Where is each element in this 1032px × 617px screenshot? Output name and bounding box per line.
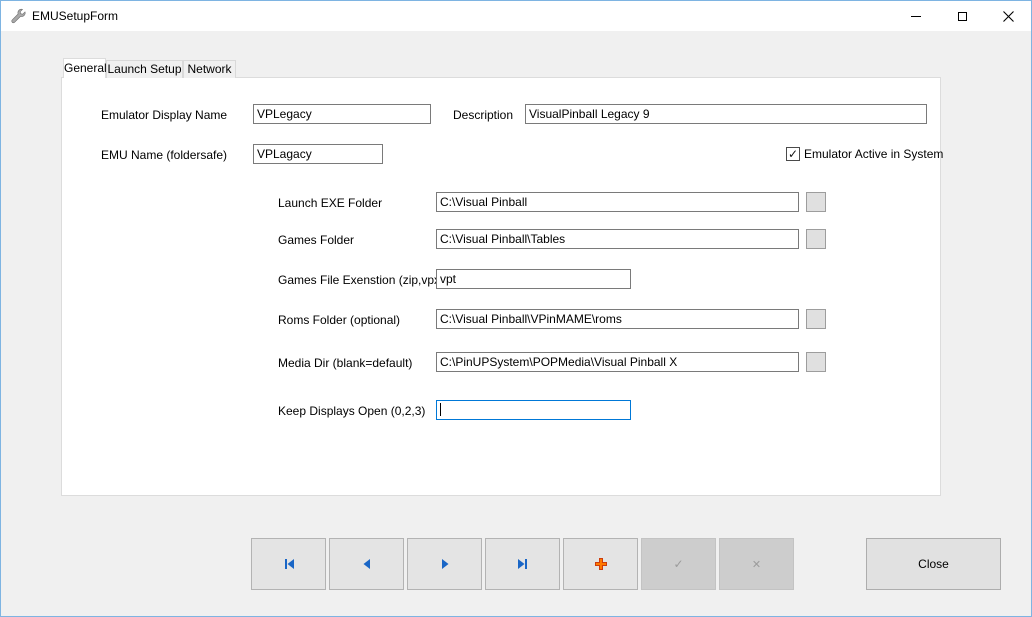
launch-exe-folder-input[interactable] xyxy=(436,192,799,212)
checkbox-box: ✓ xyxy=(786,147,800,161)
close-button[interactable]: Close xyxy=(866,538,1001,590)
first-record-icon xyxy=(282,558,296,570)
emulator-active-label: Emulator Active in System xyxy=(804,147,943,161)
tab-general[interactable]: General xyxy=(63,58,106,78)
post-edit-button[interactable]: ✓ xyxy=(641,538,716,590)
roms-folder-label: Roms Folder (optional) xyxy=(278,313,400,327)
emu-name-input[interactable] xyxy=(253,144,383,164)
emulator-active-checkbox[interactable]: ✓ Emulator Active in System xyxy=(786,147,943,161)
description-label: Description xyxy=(453,108,513,122)
minimize-icon xyxy=(911,16,921,17)
games-file-extension-label: Games File Exenstion (zip,vpx) xyxy=(278,273,444,287)
media-dir-input[interactable] xyxy=(436,352,799,372)
roms-folder-input[interactable] xyxy=(436,309,799,329)
window-title: EMUSetupForm xyxy=(32,9,118,23)
check-icon: ✓ xyxy=(788,148,798,160)
insert-record-button[interactable] xyxy=(563,538,638,590)
title-bar: EMUSetupForm xyxy=(1,1,1031,31)
prior-record-icon xyxy=(361,558,373,570)
emu-name-label: EMU Name (foldersafe) xyxy=(101,148,227,162)
keep-displays-open-input[interactable] xyxy=(436,400,631,420)
emulator-display-name-label: Emulator Display Name xyxy=(101,108,227,122)
tab-launch-setup[interactable]: Launch Setup xyxy=(106,60,183,78)
media-dir-browse-button[interactable] xyxy=(806,352,826,372)
games-folder-browse-button[interactable] xyxy=(806,229,826,249)
maximize-button[interactable] xyxy=(939,1,985,31)
launch-exe-folder-browse-button[interactable] xyxy=(806,192,826,212)
prior-record-button[interactable] xyxy=(329,538,404,590)
post-check-icon: ✓ xyxy=(673,558,683,570)
tab-network[interactable]: Network xyxy=(183,60,236,78)
maximize-icon xyxy=(958,12,967,21)
text-caret xyxy=(440,403,441,416)
minimize-button[interactable] xyxy=(893,1,939,31)
launch-exe-folder-label: Launch EXE Folder xyxy=(278,196,382,210)
cancel-edit-button[interactable]: ✕ xyxy=(719,538,794,590)
cancel-x-icon: ✕ xyxy=(752,559,761,570)
next-record-button[interactable] xyxy=(407,538,482,590)
emulator-display-name-input[interactable] xyxy=(253,104,431,124)
last-record-icon xyxy=(516,558,530,570)
last-record-button[interactable] xyxy=(485,538,560,590)
roms-folder-browse-button[interactable] xyxy=(806,309,826,329)
games-folder-label: Games Folder xyxy=(278,233,354,247)
games-file-extension-input[interactable] xyxy=(436,269,631,289)
next-record-icon xyxy=(439,558,451,570)
keep-displays-open-label: Keep Displays Open (0,2,3) xyxy=(278,404,425,418)
games-folder-input[interactable] xyxy=(436,229,799,249)
media-dir-label: Media Dir (blank=default) xyxy=(278,356,412,370)
window-controls xyxy=(893,1,1031,31)
close-icon xyxy=(1003,11,1014,22)
wrench-icon xyxy=(10,8,26,24)
close-window-button[interactable] xyxy=(985,1,1031,31)
description-input[interactable] xyxy=(525,104,927,124)
insert-plus-icon xyxy=(594,557,608,571)
emu-setup-form-window: EMUSetupForm General Launch Setup Networ… xyxy=(0,0,1032,617)
first-record-button[interactable] xyxy=(251,538,326,590)
